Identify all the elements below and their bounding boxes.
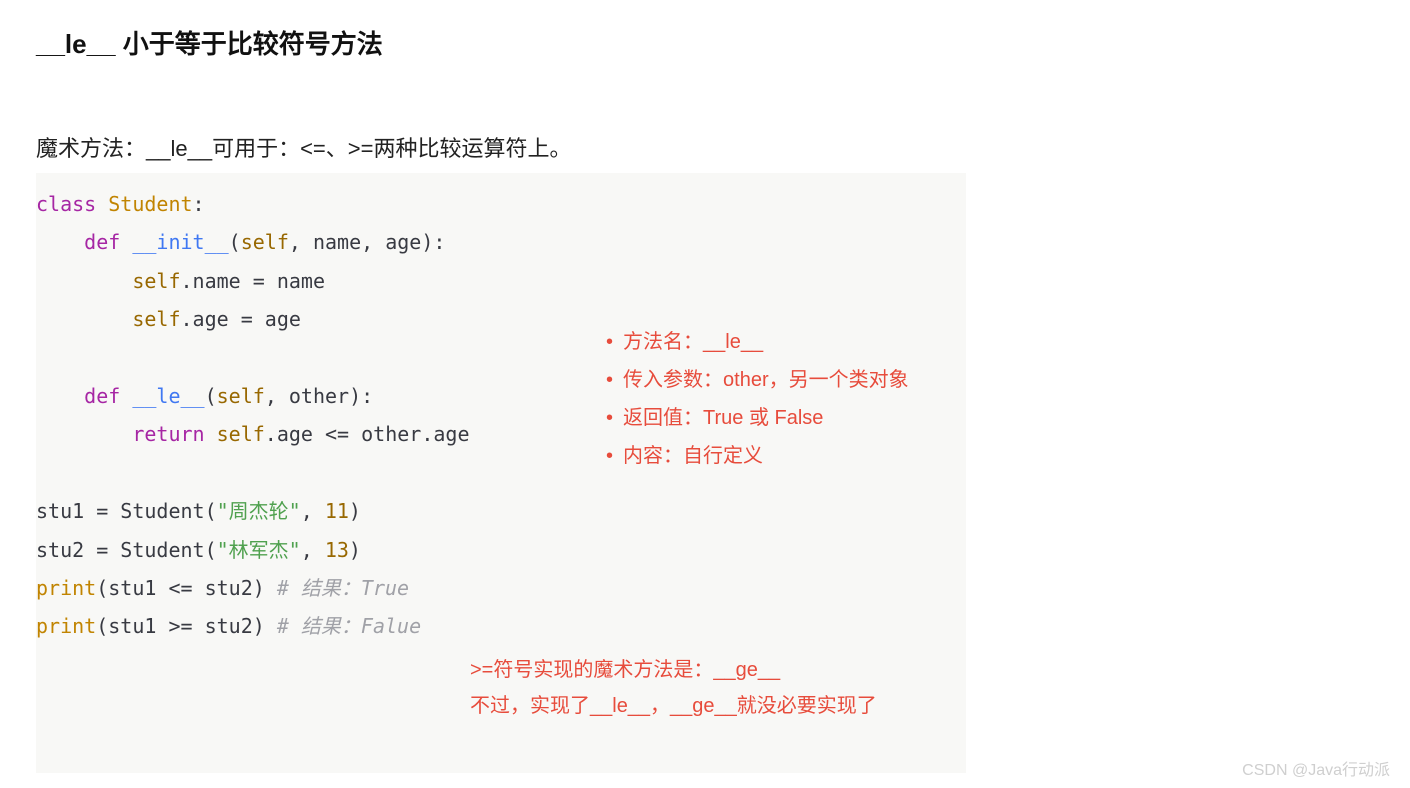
annotation-bottom: >=符号实现的魔术方法是：__ge__不过，实现了__le__，__ge__就没… — [470, 652, 877, 724]
code-line: stu1 = Student("周杰轮", 11) — [36, 492, 966, 530]
code-line: self.name = name — [36, 262, 966, 300]
code-line: class Student: — [36, 185, 966, 223]
annotation-item: 方法名：__le__ — [606, 323, 909, 361]
code-line: print(stu1 <= stu2) # 结果：True — [36, 569, 966, 607]
annotation-line: >=符号实现的魔术方法是：__ge__ — [470, 652, 877, 688]
page-heading: __le__ 小于等于比较符号方法 — [36, 24, 1378, 61]
annotation-side: 方法名：__le__传入参数：other，另一个类对象返回值：True 或 Fa… — [606, 323, 909, 475]
annotation-item: 传入参数：other，另一个类对象 — [606, 361, 909, 399]
watermark: CSDN @Java行动派 — [1242, 756, 1390, 780]
code-line: print(stu1 >= stu2) # 结果：Falue — [36, 607, 966, 645]
annotation-item: 内容：自行定义 — [606, 437, 909, 475]
code-line: def __init__(self, name, age): — [36, 223, 966, 261]
annotation-line: 不过，实现了__le__，__ge__就没必要实现了 — [470, 688, 877, 724]
annotation-item: 返回值：True 或 False — [606, 399, 909, 437]
intro-sentence: 魔术方法：__le__可用于：<=、>=两种比较运算符上。 — [36, 131, 1378, 163]
code-line: stu2 = Student("林军杰", 13) — [36, 531, 966, 569]
